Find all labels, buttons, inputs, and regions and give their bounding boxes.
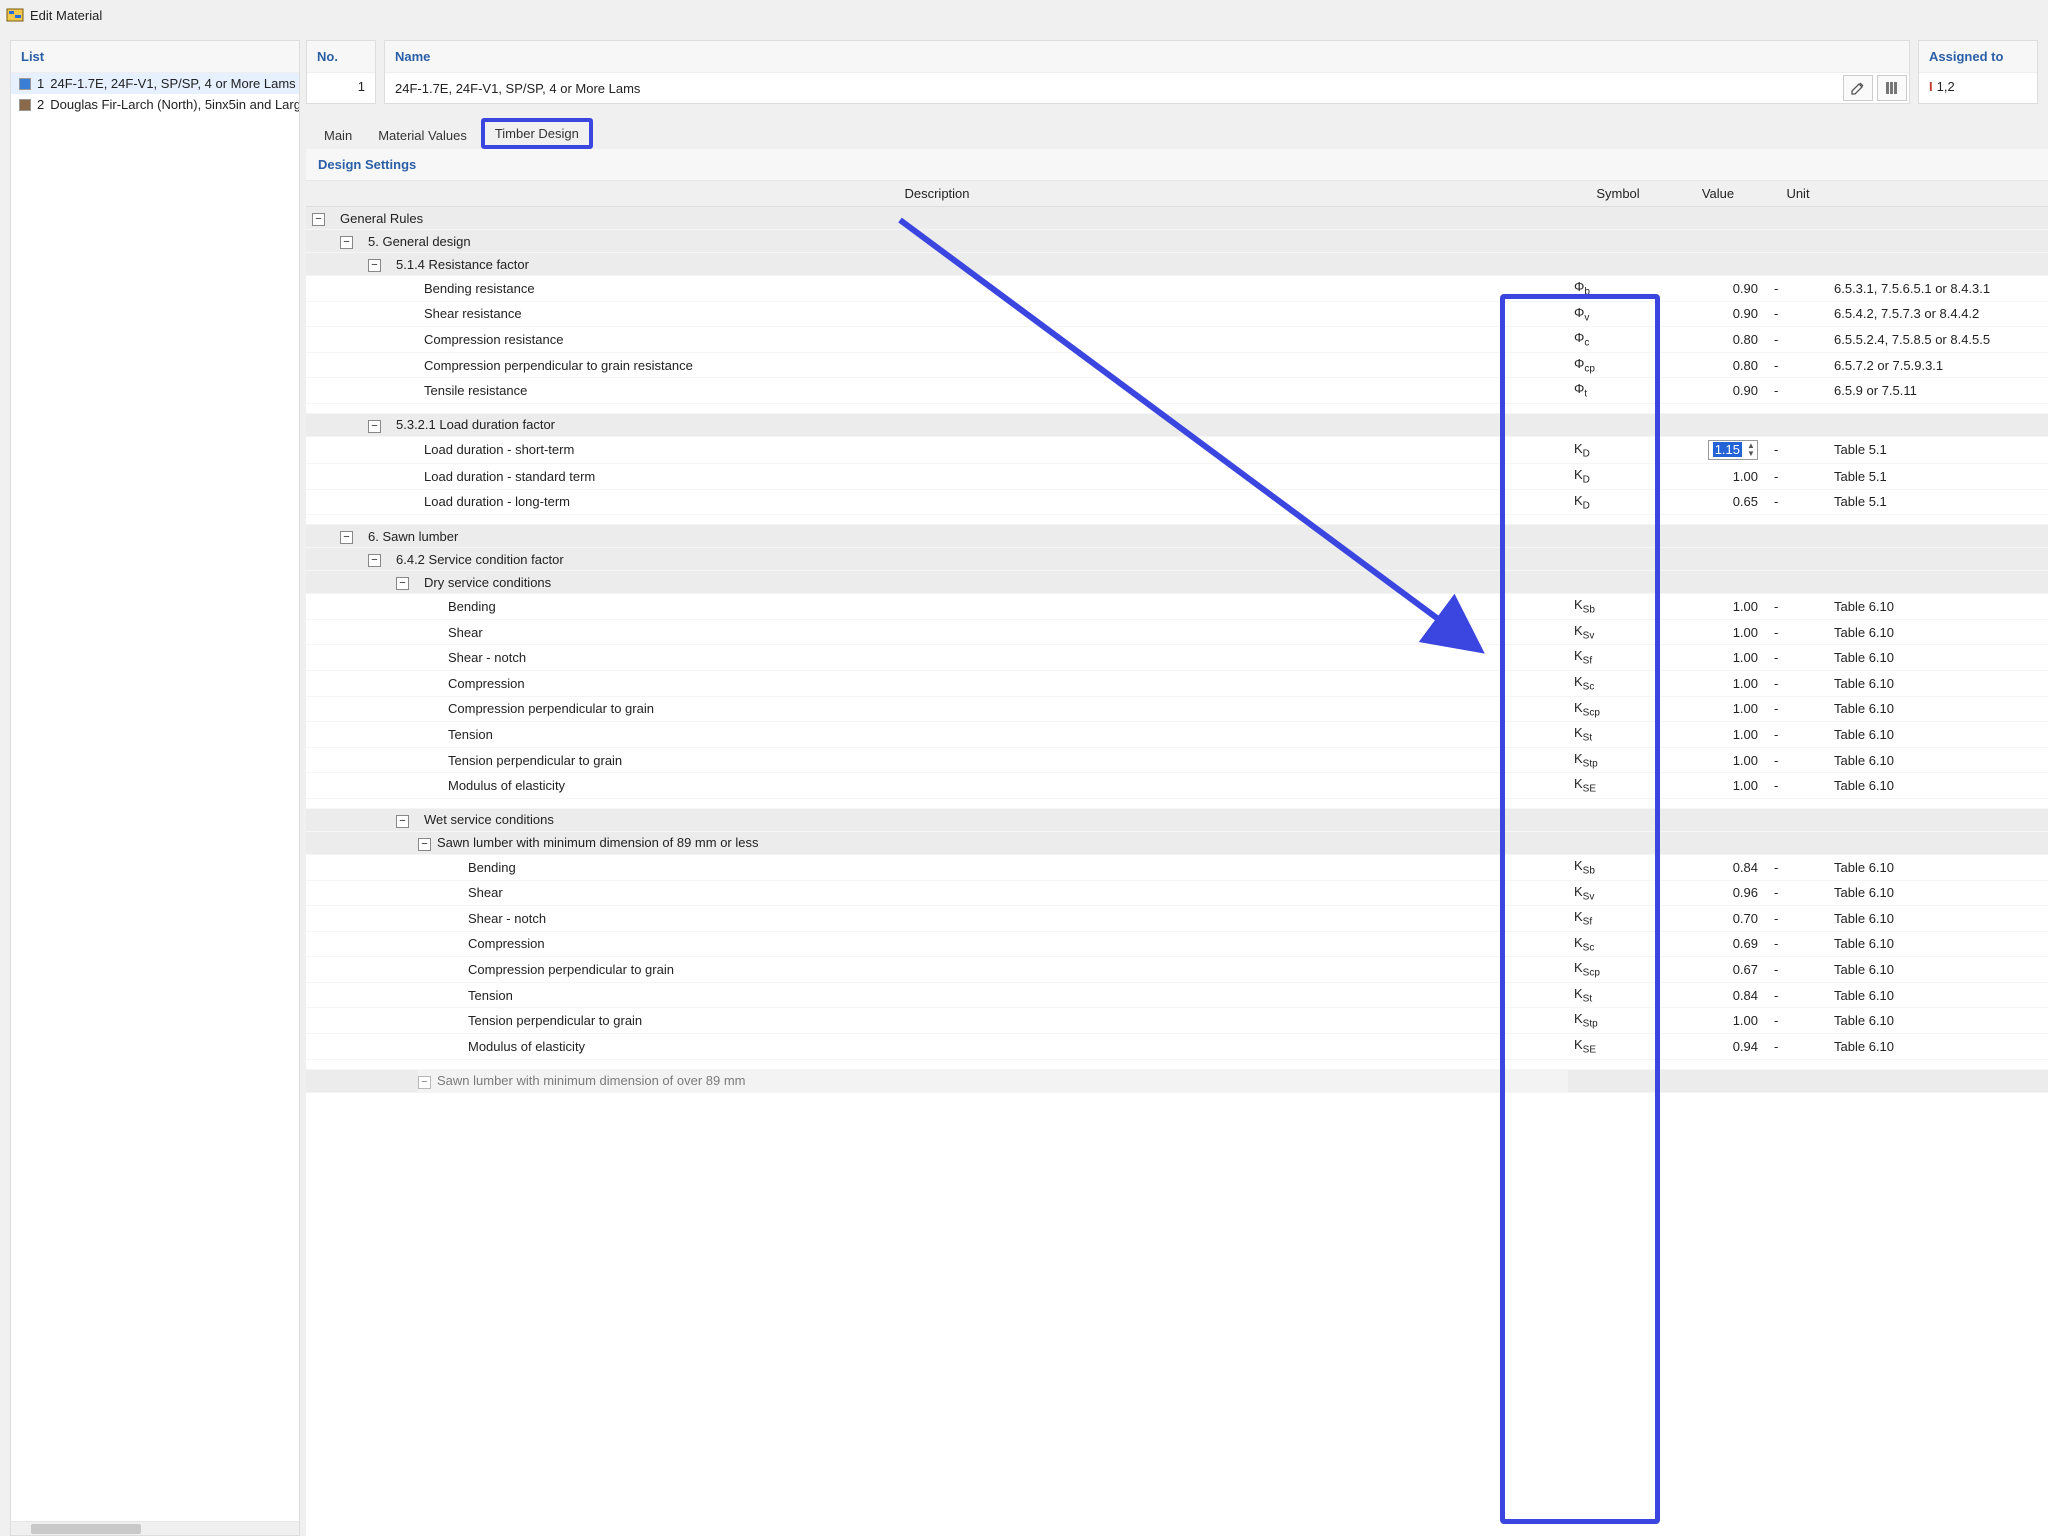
group-sawn-lumber[interactable]: − 6. Sawn lumber xyxy=(306,525,2048,548)
col-notes xyxy=(1828,181,2048,207)
row-wet-shear-notch[interactable]: Shear - notch KSf 0.70 - Table 6.10 xyxy=(306,906,2048,932)
row-tensile-resistance[interactable]: Tensile resistance Φt 0.90 - 6.5.9 or 7.… xyxy=(306,378,2048,404)
row-wet-compression[interactable]: Compression KSc 0.69 - Table 6.10 xyxy=(306,931,2048,957)
col-unit[interactable]: Unit xyxy=(1768,181,1828,207)
grid-header: Description Symbol Value Unit xyxy=(306,181,2048,207)
titlebar: Edit Material xyxy=(0,0,2048,30)
cursor-icon: I xyxy=(1929,79,1933,94)
material-list[interactable]: 1 24F-1.7E, 24F-V1, SP/SP, 4 or More Lam… xyxy=(11,73,299,1521)
row-ld-short[interactable]: Load duration - short-term KD 1.15 ▲▼ - … xyxy=(306,436,2048,463)
item-label: Douglas Fir-Larch (North), 5inx5in and L… xyxy=(50,97,299,112)
section-title: Design Settings xyxy=(306,149,2048,180)
group-load-duration[interactable]: − 5.3.2.1 Load duration factor xyxy=(306,413,2048,436)
minus-icon[interactable]: − xyxy=(418,1076,431,1089)
value-input[interactable]: 1.15 ▲▼ xyxy=(1708,440,1758,460)
row-wet-moe[interactable]: Modulus of elasticity KSE 0.94 - Table 6… xyxy=(306,1034,2048,1060)
color-swatch xyxy=(19,78,31,90)
tab-material-values[interactable]: Material Values xyxy=(366,122,479,149)
minus-icon[interactable]: − xyxy=(396,815,409,828)
group-wet-conditions[interactable]: − Wet service conditions xyxy=(306,808,2048,831)
row-wet-compression-perp[interactable]: Compression perpendicular to grain KScp … xyxy=(306,957,2048,983)
color-swatch xyxy=(19,99,31,111)
minus-icon[interactable]: − xyxy=(312,213,325,226)
row-ld-long[interactable]: Load duration - long-term KD 0.65 - Tabl… xyxy=(306,489,2048,515)
window-title: Edit Material xyxy=(30,8,102,23)
group-general-rules[interactable]: − General Rules xyxy=(306,207,2048,230)
row-dry-bending[interactable]: Bending KSb 1.00 - Table 6.10 xyxy=(306,594,2048,620)
name-field: Name 24F-1.7E, 24F-V1, SP/SP, 4 or More … xyxy=(384,40,1910,104)
tab-main[interactable]: Main xyxy=(312,122,364,149)
row-wet-shear[interactable]: Shear KSv 0.96 - Table 6.10 xyxy=(306,880,2048,906)
minus-icon[interactable]: − xyxy=(396,577,409,590)
minus-icon[interactable]: − xyxy=(340,531,353,544)
row-shear-resistance[interactable]: Shear resistance Φv 0.90 - 6.5.4.2, 7.5.… xyxy=(306,301,2048,327)
name-header: Name xyxy=(385,41,1909,73)
group-general-design[interactable]: − 5. General design xyxy=(306,230,2048,253)
spinner-icon[interactable]: ▲▼ xyxy=(1746,442,1756,458)
item-index: 1 xyxy=(37,76,44,91)
row-compression-resistance[interactable]: Compression resistance Φc 0.80 - 6.5.5.2… xyxy=(306,327,2048,353)
row-dry-compression-perp[interactable]: Compression perpendicular to grain KScp … xyxy=(306,696,2048,722)
assigned-field: Assigned to I 1,2 xyxy=(1918,40,2038,104)
minus-icon[interactable]: − xyxy=(418,838,431,851)
tab-timber-design[interactable]: Timber Design xyxy=(481,118,593,149)
design-grid[interactable]: Description Symbol Value Unit − General … xyxy=(306,180,2048,1536)
spacer-row xyxy=(306,1059,2048,1069)
row-dry-tension-perp[interactable]: Tension perpendicular to grain KStp 1.00… xyxy=(306,747,2048,773)
tabs: Main Material Values Timber Design xyxy=(306,104,2048,149)
spacer-row xyxy=(306,515,2048,525)
assigned-header: Assigned to xyxy=(1919,41,2037,73)
minus-icon[interactable]: − xyxy=(368,420,381,433)
material-list-item[interactable]: 1 24F-1.7E, 24F-V1, SP/SP, 4 or More Lam… xyxy=(11,73,299,94)
item-label: 24F-1.7E, 24F-V1, SP/SP, 4 or More Lams … xyxy=(50,76,299,91)
library-button[interactable] xyxy=(1877,75,1907,101)
material-list-pane: List 1 24F-1.7E, 24F-V1, SP/SP, 4 or Mor… xyxy=(10,40,300,1536)
no-value[interactable]: 1 xyxy=(307,73,375,100)
row-compression-perp-resistance[interactable]: Compression perpendicular to grain resis… xyxy=(306,352,2048,378)
row-dry-tension[interactable]: Tension KSt 1.00 - Table 6.10 xyxy=(306,722,2048,748)
app-icon xyxy=(6,6,24,24)
assigned-value[interactable]: I 1,2 xyxy=(1919,73,2037,100)
name-value[interactable]: 24F-1.7E, 24F-V1, SP/SP, 4 or More Lams xyxy=(385,75,1841,102)
col-description[interactable]: Description xyxy=(306,181,1568,207)
row-wet-tension[interactable]: Tension KSt 0.84 - Table 6.10 xyxy=(306,982,2048,1008)
row-wet-tension-perp[interactable]: Tension perpendicular to grain KStp 1.00… xyxy=(306,1008,2048,1034)
group-service-condition[interactable]: − 6.4.2 Service condition factor xyxy=(306,548,2048,571)
row-wet-bending[interactable]: Bending KSb 0.84 - Table 6.10 xyxy=(306,854,2048,880)
material-list-item[interactable]: 2 Douglas Fir-Larch (North), 5inx5in and… xyxy=(11,94,299,115)
row-dry-moe[interactable]: Modulus of elasticity KSE 1.00 - Table 6… xyxy=(306,773,2048,799)
spacer-row xyxy=(306,798,2048,808)
item-index: 2 xyxy=(37,97,44,112)
group-wet-large[interactable]: −Sawn lumber with minimum dimension of o… xyxy=(306,1069,2048,1092)
no-header: No. xyxy=(307,41,375,73)
row-dry-shear[interactable]: Shear KSv 1.00 - Table 6.10 xyxy=(306,619,2048,645)
col-symbol[interactable]: Symbol xyxy=(1568,181,1668,207)
no-field: No. 1 xyxy=(306,40,376,104)
row-dry-shear-notch[interactable]: Shear - notch KSf 1.00 - Table 6.10 xyxy=(306,645,2048,671)
minus-icon[interactable]: − xyxy=(368,554,381,567)
edit-name-button[interactable] xyxy=(1843,75,1873,101)
col-value[interactable]: Value xyxy=(1668,181,1768,207)
spacer-row xyxy=(306,403,2048,413)
row-bending-resistance[interactable]: Bending resistance Φb 0.90 - 6.5.3.1, 7.… xyxy=(306,276,2048,302)
value-cell-active[interactable]: 1.15 ▲▼ xyxy=(1668,436,1768,463)
horizontal-scrollbar[interactable] xyxy=(11,1521,299,1535)
group-dry-conditions[interactable]: − Dry service conditions xyxy=(306,571,2048,594)
row-dry-compression[interactable]: Compression KSc 1.00 - Table 6.10 xyxy=(306,670,2048,696)
minus-icon[interactable]: − xyxy=(340,236,353,249)
group-resistance-factor[interactable]: − 5.1.4 Resistance factor xyxy=(306,253,2048,276)
list-header: List xyxy=(11,41,299,73)
row-ld-std[interactable]: Load duration - standard term KD 1.00 - … xyxy=(306,463,2048,489)
group-wet-small[interactable]: −Sawn lumber with minimum dimension of 8… xyxy=(306,831,2048,854)
minus-icon[interactable]: − xyxy=(368,259,381,272)
